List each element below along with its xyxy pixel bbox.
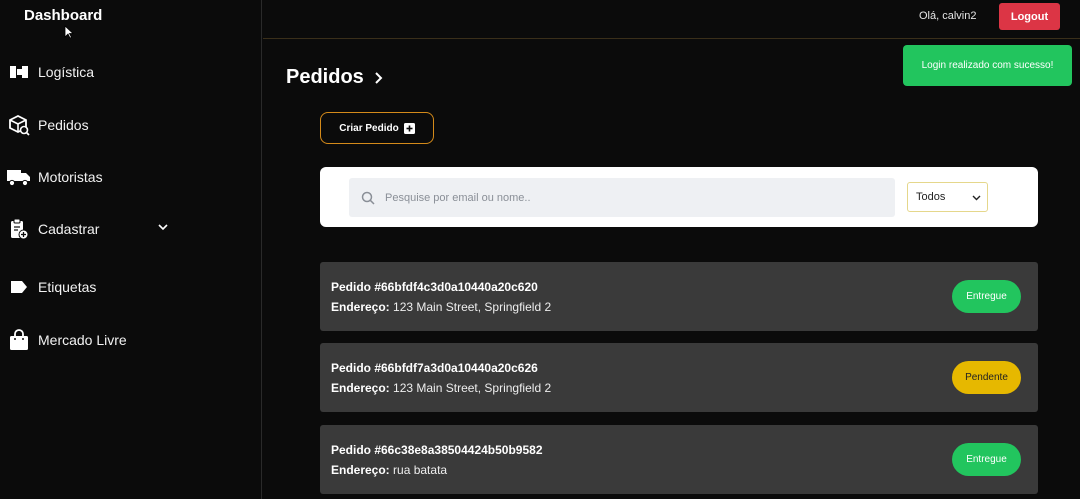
clipboard-add-icon: [7, 217, 31, 241]
warehouse-icon: [7, 60, 31, 84]
order-card[interactable]: Pedido #66bfdf7a3d0a10440a20c626 Endereç…: [320, 343, 1038, 412]
address-label: Endereço:: [331, 300, 390, 314]
order-id: Pedido #66c38e8a38504424b50b9582: [331, 443, 543, 457]
search-box: [349, 178, 895, 217]
sidebar-item-label: Mercado Livre: [38, 332, 127, 348]
order-address: Endereço: rua batata: [331, 463, 447, 477]
user-greeting: Olá, calvin2: [919, 10, 977, 22]
sidebar-item-pedidos[interactable]: Pedidos: [7, 112, 247, 138]
sidebar-item-etiquetas[interactable]: Etiquetas: [7, 274, 247, 300]
chevron-down-icon[interactable]: [157, 221, 169, 233]
create-order-label: Criar Pedido: [339, 122, 399, 134]
tag-icon: [7, 275, 31, 299]
order-address: Endereço: 123 Main Street, Springfield 2: [331, 381, 551, 395]
package-search-icon: [7, 113, 31, 137]
sidebar-item-label: Pedidos: [38, 117, 89, 133]
order-card[interactable]: Pedido #66bfdf4c3d0a10440a20c620 Endereç…: [320, 262, 1038, 331]
address-label: Endereço:: [331, 463, 390, 477]
create-order-button[interactable]: Criar Pedido: [320, 112, 434, 144]
truck-icon: [7, 165, 31, 189]
search-panel: Todos: [320, 167, 1038, 227]
order-id: Pedido #66bfdf7a3d0a10440a20c626: [331, 361, 538, 375]
logout-button[interactable]: Logout: [999, 3, 1060, 30]
sidebar-item-label: Cadastrar: [38, 221, 100, 237]
chevron-down-icon: [972, 195, 981, 201]
sidebar-item-label: Etiquetas: [38, 279, 97, 295]
sidebar-item-cadastrar[interactable]: Cadastrar: [7, 216, 247, 242]
sidebar-item-mercado-livre[interactable]: Mercado Livre: [7, 327, 247, 353]
sidebar-item-motoristas[interactable]: Motoristas: [7, 164, 247, 190]
sidebar-item-label: Motoristas: [38, 169, 103, 185]
search-input[interactable]: [385, 191, 865, 204]
order-address: Endereço: 123 Main Street, Springfield 2: [331, 300, 551, 314]
chevron-right-icon: [375, 71, 383, 84]
address-value: rua batata: [393, 463, 448, 477]
page-title-text: Pedidos: [286, 66, 364, 88]
address-label: Endereço:: [331, 381, 390, 395]
shopping-bag-icon: [7, 328, 31, 352]
status-filter-value: Todos: [916, 191, 946, 203]
success-toast[interactable]: Login realizado com sucesso!: [903, 45, 1072, 86]
address-value: 123 Main Street, Springfield 2: [393, 300, 552, 314]
sidebar-item-label: Logística: [38, 64, 95, 80]
status-badge[interactable]: Entregue: [952, 280, 1021, 313]
order-id: Pedido #66bfdf4c3d0a10440a20c620: [331, 280, 538, 294]
dashboard-title[interactable]: Dashboard: [24, 7, 102, 24]
sidebar: Dashboard Logística Pedidos Motoristas C…: [0, 0, 262, 499]
address-value: 123 Main Street, Springfield 2: [393, 381, 552, 395]
search-icon: [361, 191, 375, 205]
page-title: Pedidos: [286, 66, 384, 89]
status-badge[interactable]: Pendente: [952, 361, 1021, 394]
order-card[interactable]: Pedido #66c38e8a38504424b50b9582 Endereç…: [320, 425, 1038, 494]
sidebar-item-logistica[interactable]: Logística: [7, 59, 247, 85]
plus-square-icon: [403, 122, 415, 134]
status-badge[interactable]: Entregue: [952, 443, 1021, 476]
status-filter-select[interactable]: Todos: [907, 182, 988, 212]
mouse-cursor-icon: [64, 25, 74, 39]
